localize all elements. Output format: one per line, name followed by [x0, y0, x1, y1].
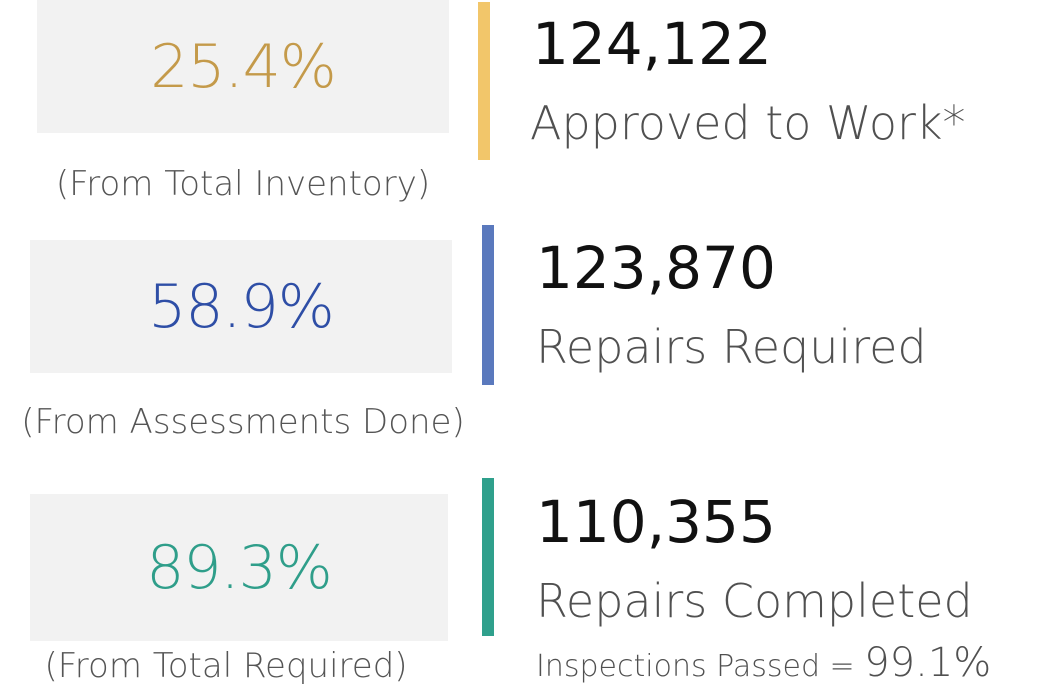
repairs-completed-label: Repairs Completed [536, 574, 973, 628]
repairs-required-percent-note: (From Assessments Done) [21, 402, 465, 442]
approved-label: Approved to Work* [530, 96, 966, 150]
approved-percent-note: (From Total Inventory) [55, 164, 431, 204]
repairs-required-label: Repairs Required [536, 320, 927, 374]
repairs-required-divider [482, 225, 494, 385]
repairs-required-count: 123,870 [536, 234, 776, 302]
inspections-passed-note: Inspections Passed = 99.1% [536, 640, 991, 686]
approved-percent-value: 25.4% [150, 31, 337, 102]
approved-divider [478, 2, 490, 160]
approved-percent-box: 25.4% [37, 0, 449, 133]
repairs-required-percent-box: 58.9% [30, 240, 452, 373]
repairs-completed-percent-box: 89.3% [30, 494, 448, 641]
repairs-completed-divider [482, 478, 494, 636]
inspections-passed-label: Inspections Passed = [536, 649, 865, 684]
repairs-completed-count: 110,355 [536, 488, 776, 556]
repairs-completed-percent-note: (From Total Required) [44, 646, 408, 686]
inspections-passed-value: 99.1% [864, 640, 992, 686]
repairs-completed-percent-value: 89.3% [146, 532, 333, 603]
approved-count: 124,122 [532, 10, 772, 78]
repairs-required-percent-value: 58.9% [148, 271, 335, 342]
